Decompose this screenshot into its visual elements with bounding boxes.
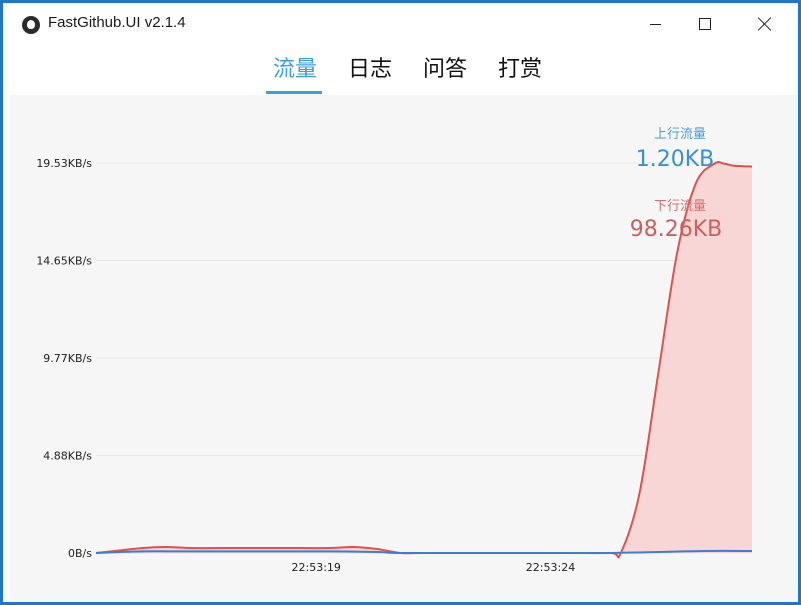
tab-logs[interactable]: 日志 [348, 53, 392, 87]
upload-legend-label: 上行流量 [653, 127, 706, 142]
traffic-chart: 0B/s 4.88KB/s 9.77KB/s 14.65KB/s 19.53KB/s 22… [10, 95, 798, 602]
y-tick-label: 4.88KB/s [43, 450, 92, 463]
minimize-icon [649, 23, 661, 25]
y-tick-label: 19.53KB/s [36, 157, 92, 170]
tab-faq[interactable]: 问答 [423, 53, 467, 87]
active-tab-indicator [266, 91, 322, 94]
app-window: FastGithub.UI v2.1.4 流量 日志 问答 打赏 0B/s 4.8… [3, 3, 798, 602]
tab-traffic[interactable]: 流量 [273, 53, 317, 87]
close-icon [758, 17, 772, 31]
y-tick-label: 14.65KB/s [36, 254, 92, 267]
x-tick-label: 22:53:24 [526, 561, 575, 574]
y-tick-label: 9.77KB/s [43, 352, 92, 365]
download-legend-value: 98.26KB [629, 217, 723, 242]
tab-bar: 流量 日志 问答 打赏 [3, 45, 798, 95]
title-bar[interactable]: FastGithub.UI v2.1.4 [3, 3, 798, 45]
maximize-button[interactable] [682, 3, 728, 45]
maximize-icon [699, 18, 711, 30]
github-logo-icon [22, 16, 40, 34]
minimize-button[interactable] [632, 3, 678, 45]
close-button[interactable] [742, 3, 788, 45]
y-tick-label: 0B/s [68, 547, 92, 560]
upload-legend-value: 1.20KB [635, 147, 715, 172]
tab-donate[interactable]: 打赏 [498, 53, 542, 87]
window-title: FastGithub.UI v2.1.4 [48, 14, 186, 31]
x-tick-label: 22:53:19 [292, 561, 341, 574]
download-legend-label: 下行流量 [653, 199, 706, 214]
